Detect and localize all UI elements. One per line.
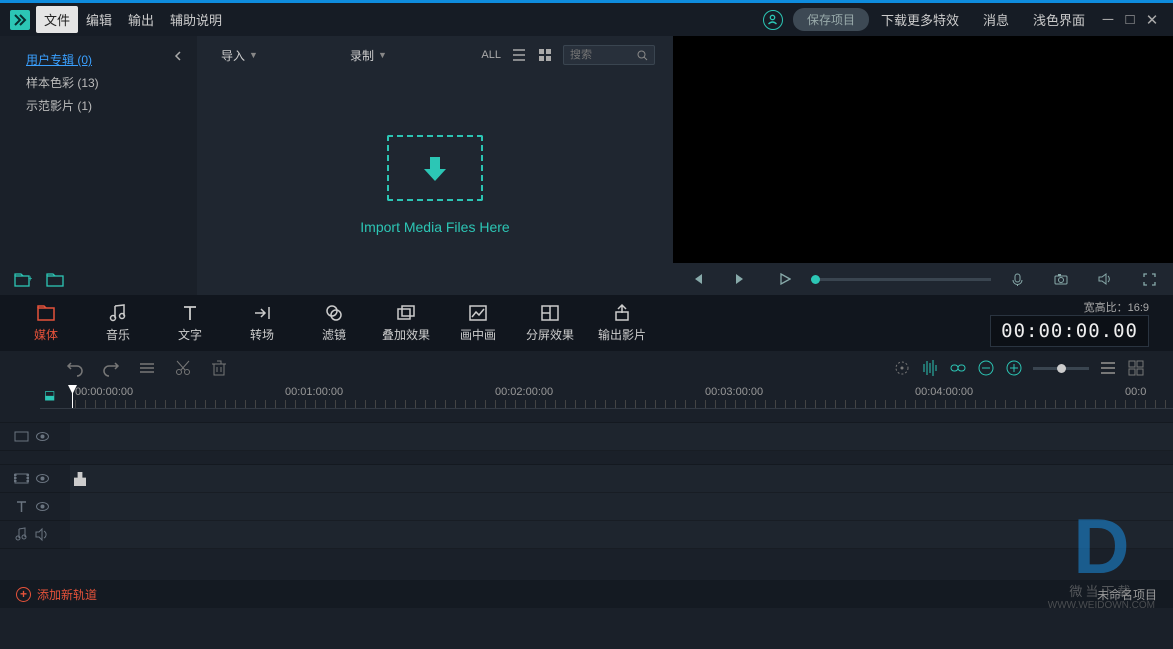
tool-overlay[interactable]: 叠加效果 bbox=[370, 303, 442, 343]
minimize-button[interactable]: ─ bbox=[1097, 11, 1119, 28]
undo-icon[interactable] bbox=[66, 359, 84, 377]
track-lane-video1[interactable] bbox=[70, 423, 1173, 451]
video-track-icon bbox=[14, 471, 29, 486]
tool-text[interactable]: 文字 bbox=[154, 303, 226, 343]
ruler-time-4: 00:04:00:00 bbox=[915, 386, 973, 398]
new-folder-icon[interactable]: + bbox=[14, 271, 32, 289]
media-browser: 导入▼ 录制▼ ALL Import Media Files Here bbox=[197, 36, 673, 295]
tool-music[interactable]: 音乐 bbox=[82, 303, 154, 343]
aspect-ratio-value: 16:9 bbox=[1128, 302, 1149, 314]
ruler-time-2: 00:02:00:00 bbox=[495, 386, 553, 398]
search-icon bbox=[637, 50, 648, 61]
menu-help[interactable]: 辅助说明 bbox=[162, 6, 230, 33]
sidebar-back-button[interactable] bbox=[169, 47, 187, 65]
ruler-time-3: 00:03:00:00 bbox=[705, 386, 763, 398]
timeline: ⬓ 00:00:00:00 00:01:00:00 00:02:00:00 00… bbox=[0, 351, 1173, 608]
menubar: 文件 编辑 输出 辅助说明 保存项目 下载更多特效 消息 浅色界面 ─ □ ✕ bbox=[0, 0, 1173, 36]
waveform-icon[interactable] bbox=[921, 359, 939, 377]
prev-frame-button[interactable] bbox=[685, 267, 709, 291]
media-dropzone[interactable]: Import Media Files Here bbox=[197, 74, 673, 295]
add-track-button[interactable]: + 添加新轨道 bbox=[16, 586, 97, 603]
download-fx-link[interactable]: 下载更多特效 bbox=[869, 10, 971, 29]
sidebar-item-sample-videos[interactable]: 示范影片 (1) bbox=[0, 94, 197, 117]
search-box[interactable] bbox=[563, 45, 655, 65]
audio-track-icon bbox=[14, 527, 29, 542]
light-ui-link[interactable]: 浅色界面 bbox=[1021, 10, 1097, 29]
tool-pip[interactable]: 画中画 bbox=[442, 303, 514, 343]
dropzone-label: Import Media Files Here bbox=[360, 219, 509, 235]
camera-icon[interactable] bbox=[1049, 267, 1073, 291]
plus-icon: + bbox=[16, 587, 31, 602]
text-track-icon bbox=[14, 499, 29, 514]
tool-split[interactable]: 分屏效果 bbox=[514, 303, 586, 343]
preview-video[interactable] bbox=[673, 36, 1173, 263]
playhead[interactable] bbox=[72, 385, 73, 408]
record-button[interactable]: 录制▼ bbox=[344, 47, 393, 64]
fullscreen-icon[interactable] bbox=[1137, 267, 1161, 291]
ruler-time-1: 00:01:00:00 bbox=[285, 386, 343, 398]
timeline-ruler[interactable]: ⬓ 00:00:00:00 00:01:00:00 00:02:00:00 00… bbox=[40, 385, 1173, 409]
menu-output[interactable]: 输出 bbox=[120, 6, 162, 33]
aspect-ratio-label: 宽高比： bbox=[1084, 302, 1128, 314]
cut-icon[interactable] bbox=[174, 359, 192, 377]
sidebar-item-sample-colors[interactable]: 样本色彩 (13) bbox=[0, 71, 197, 94]
grid-view-icon[interactable] bbox=[537, 47, 553, 63]
layout1-icon[interactable] bbox=[1099, 359, 1117, 377]
user-icon[interactable] bbox=[763, 10, 783, 30]
volume-slider[interactable] bbox=[811, 278, 991, 281]
timecode-display: 00:00:00.00 bbox=[990, 315, 1149, 347]
track-head-audio[interactable] bbox=[0, 521, 70, 549]
list-view-icon[interactable] bbox=[511, 47, 527, 63]
layout2-icon[interactable] bbox=[1127, 359, 1145, 377]
zoom-in-icon[interactable] bbox=[1005, 359, 1023, 377]
next-frame-button[interactable] bbox=[729, 267, 753, 291]
speaker-icon[interactable] bbox=[1093, 267, 1117, 291]
tool-filter[interactable]: 滤镜 bbox=[298, 303, 370, 343]
target-icon[interactable] bbox=[893, 359, 911, 377]
svg-text:+: + bbox=[28, 274, 32, 283]
track-lane-text[interactable] bbox=[70, 493, 1173, 521]
playhead-marker-icon[interactable]: ⬓ bbox=[44, 388, 55, 402]
menu-edit[interactable]: 编辑 bbox=[78, 6, 120, 33]
ruler-time-5: 00:0 bbox=[1125, 386, 1146, 398]
save-button[interactable]: 保存项目 bbox=[793, 8, 869, 31]
tool-export[interactable]: 输出影片 bbox=[586, 303, 658, 343]
eye-icon[interactable] bbox=[35, 471, 50, 486]
eye-icon[interactable] bbox=[35, 499, 50, 514]
close-button[interactable]: ✕ bbox=[1141, 11, 1163, 29]
track-head-video1[interactable] bbox=[0, 423, 70, 451]
track-head-text[interactable] bbox=[0, 493, 70, 521]
sidebar-item-user-album[interactable]: 用户专辑 (0) bbox=[0, 48, 197, 71]
track-lane-video2[interactable] bbox=[70, 465, 1173, 493]
search-input[interactable] bbox=[570, 49, 637, 61]
tool-media[interactable]: 媒体 bbox=[10, 303, 82, 343]
filter-all[interactable]: ALL bbox=[481, 49, 501, 61]
play-button[interactable] bbox=[773, 267, 797, 291]
tool-transition[interactable]: 转场 bbox=[226, 303, 298, 343]
messages-link[interactable]: 消息 bbox=[971, 10, 1021, 29]
ruler-time-0: 00:00:00:00 bbox=[75, 386, 133, 398]
volume-icon[interactable] bbox=[35, 527, 50, 542]
drop-target-icon bbox=[387, 135, 483, 201]
toolstrip: 媒体 音乐 文字 转场 滤镜 叠加效果 画中画 分屏效果 输出影片 宽高比：16… bbox=[0, 295, 1173, 351]
maximize-button[interactable]: □ bbox=[1119, 11, 1141, 28]
app-logo bbox=[10, 10, 30, 30]
folder-icon[interactable] bbox=[46, 271, 64, 289]
eye-icon[interactable] bbox=[35, 429, 50, 444]
delete-icon[interactable] bbox=[210, 359, 228, 377]
media-sidebar: 用户专辑 (0) 样本色彩 (13) 示范影片 (1) + bbox=[0, 36, 197, 295]
project-name: 未命名项目 bbox=[1097, 586, 1157, 603]
preview-panel bbox=[673, 36, 1173, 295]
import-button[interactable]: 导入▼ bbox=[215, 47, 264, 64]
zoom-out-icon[interactable] bbox=[977, 359, 995, 377]
edit-icon[interactable] bbox=[138, 359, 156, 377]
redo-icon[interactable] bbox=[102, 359, 120, 377]
menu-file[interactable]: 文件 bbox=[36, 6, 78, 33]
zoom-slider[interactable] bbox=[1033, 367, 1089, 370]
track-lane-audio[interactable] bbox=[70, 521, 1173, 549]
mic-icon[interactable] bbox=[1005, 267, 1029, 291]
track-head-video2[interactable] bbox=[0, 465, 70, 493]
video-track-icon bbox=[14, 429, 29, 444]
link-icon[interactable] bbox=[949, 359, 967, 377]
